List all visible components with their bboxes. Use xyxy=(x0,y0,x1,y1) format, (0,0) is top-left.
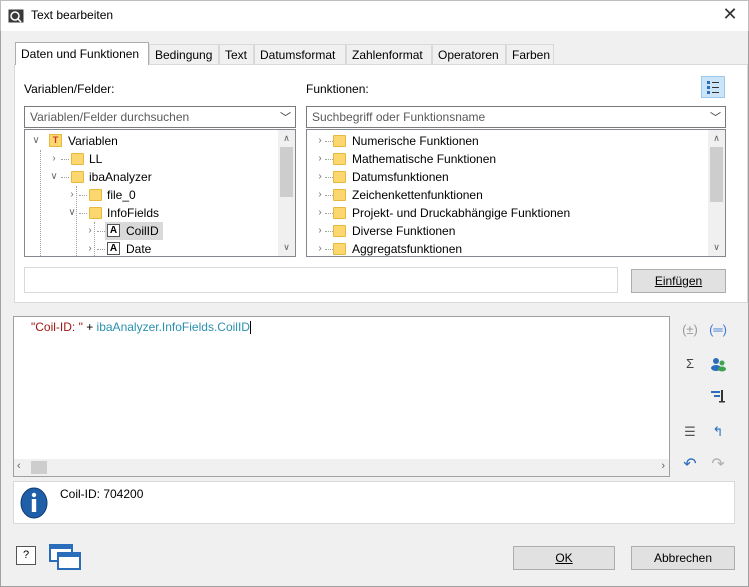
scroll-right-icon[interactable]: › xyxy=(661,460,665,472)
variables-search-input[interactable]: Variablen/Felder durchsuchen ﹀ xyxy=(24,106,296,128)
list-view-toggle-icon[interactable] xyxy=(701,76,725,98)
tree-item-diverse-funktionen[interactable]: › Diverse Funktionen xyxy=(311,222,706,240)
scroll-thumb[interactable] xyxy=(280,147,293,197)
users-icon[interactable] xyxy=(708,354,728,374)
formula-editor[interactable]: "Coil-ID: " + ibaAnalyzer.InfoFields.Coi… xyxy=(13,316,670,477)
folder-icon xyxy=(71,171,84,183)
help-icon[interactable]: ? xyxy=(16,546,36,565)
functions-scrollbar[interactable]: ∧ ∨ xyxy=(708,130,725,256)
wrap-text-icon[interactable]: ↰ xyxy=(708,422,728,442)
tree-item-datumsfunktionen[interactable]: › Datumsfunktionen xyxy=(311,168,706,186)
undo-icon[interactable]: ↶ xyxy=(680,455,700,475)
folder-icon xyxy=(89,207,102,219)
folder-icon xyxy=(333,153,346,165)
tab-text[interactable]: Text xyxy=(219,44,254,64)
redo-icon[interactable]: ↷ xyxy=(708,455,728,475)
chevron-down-icon[interactable]: ﹀ xyxy=(710,109,721,125)
tree-item-zeichenkettenfunktionen[interactable]: › Zeichenkettenfunktionen xyxy=(311,186,706,204)
scroll-thumb[interactable] xyxy=(31,461,47,474)
tree-item-numerische-funktionen[interactable]: › Numerische Funktionen xyxy=(311,132,706,150)
info-icon xyxy=(20,487,48,519)
folder-icon xyxy=(333,207,346,219)
scroll-up-icon[interactable]: ∧ xyxy=(278,130,295,147)
tab-farben[interactable]: Farben xyxy=(506,44,554,64)
window-title: Text bearbeiten xyxy=(31,8,114,22)
functions-tree[interactable]: › Numerische Funktionen › Mathematische … xyxy=(306,129,726,257)
scroll-down-icon[interactable]: ∨ xyxy=(708,239,725,256)
variables-scrollbar[interactable]: ∧ ∨ xyxy=(278,130,295,256)
chevron-right-icon[interactable]: › xyxy=(85,222,95,240)
tab-datumsformat[interactable]: Datumsformat xyxy=(254,44,346,64)
scroll-left-icon[interactable]: ‹ xyxy=(17,460,21,472)
text-field-icon: A xyxy=(107,224,120,237)
chevron-down-icon[interactable]: ∨ xyxy=(67,204,77,222)
tree-item-infofields[interactable]: ∨ InfoFields xyxy=(29,204,279,222)
tree-item-ll[interactable]: › LL xyxy=(29,150,279,168)
formula-text: "Coil-ID: " + ibaAnalyzer.InfoFields.Coi… xyxy=(31,320,251,335)
chevron-down-icon[interactable]: ﹀ xyxy=(280,109,291,125)
text-cursor xyxy=(249,321,251,335)
tree-item-variablen[interactable]: ∨ T Variablen xyxy=(29,132,279,150)
functions-search-input[interactable]: Suchbegriff oder Funktionsname ﹀ xyxy=(306,106,726,128)
folder-icon xyxy=(333,135,346,147)
insert-field-icon[interactable] xyxy=(708,386,728,406)
tree-item-date[interactable]: › A Date xyxy=(29,240,279,256)
operator: + xyxy=(82,320,97,334)
variables-search-placeholder: Variablen/Felder durchsuchen xyxy=(30,110,190,124)
variables-icon: T xyxy=(49,134,62,147)
tab-bedingung[interactable]: Bedingung xyxy=(149,44,219,64)
chevron-right-icon[interactable]: › xyxy=(315,132,325,150)
tab-operatoren[interactable]: Operatoren xyxy=(432,44,506,64)
folder-icon xyxy=(71,153,84,165)
chevron-right-icon[interactable]: › xyxy=(85,240,95,256)
scroll-up-icon[interactable]: ∧ xyxy=(708,130,725,147)
chevron-down-icon[interactable]: ∨ xyxy=(49,168,59,186)
insert-description-field[interactable] xyxy=(24,267,618,293)
tree-item-ibaanalyzer[interactable]: ∨ ibaAnalyzer xyxy=(29,168,279,186)
chevron-right-icon[interactable]: › xyxy=(315,222,325,240)
brackets-icon[interactable]: (═) xyxy=(708,320,728,340)
folder-icon xyxy=(333,243,346,255)
scroll-thumb[interactable] xyxy=(710,147,723,202)
tree-item-aggregatsfunktionen[interactable]: › Aggregatsfunktionen xyxy=(311,240,706,256)
variables-label: Variablen/Felder: xyxy=(24,82,115,96)
folder-icon xyxy=(333,171,346,183)
folder-icon xyxy=(333,225,346,237)
insert-button[interactable]: Einfügen xyxy=(631,269,726,293)
close-icon[interactable]: ✕ xyxy=(715,3,745,27)
functions-label: Funktionen: xyxy=(306,82,369,96)
format-text-icon[interactable]: ☰ xyxy=(680,422,700,442)
ok-button[interactable]: OK xyxy=(513,546,615,570)
functions-search-placeholder: Suchbegriff oder Funktionsname xyxy=(312,110,486,124)
chevron-right-icon[interactable]: › xyxy=(49,150,59,168)
chevron-right-icon[interactable]: › xyxy=(315,168,325,186)
text-field-icon: A xyxy=(107,242,120,255)
chevron-down-icon[interactable]: ∨ xyxy=(31,132,41,150)
scroll-down-icon[interactable]: ∨ xyxy=(278,239,295,256)
tab-zahlenformat[interactable]: Zahlenformat xyxy=(346,44,432,64)
windows-icon[interactable] xyxy=(48,543,82,571)
field-reference: ibaAnalyzer.InfoFields.CoilID xyxy=(96,320,250,334)
sum-icon[interactable]: Σ xyxy=(680,354,700,374)
tab-daten-und-funktionen[interactable]: Daten und Funktionen xyxy=(15,42,149,65)
editor-hscrollbar[interactable]: ‹ › xyxy=(14,459,669,476)
tree-item-projekt-funktionen[interactable]: › Projekt- und Druckabhängige Funktionen xyxy=(311,204,706,222)
result-panel: Coil-ID: 704200 xyxy=(13,481,735,524)
chevron-right-icon[interactable]: › xyxy=(315,150,325,168)
app-icon xyxy=(8,9,24,23)
tree-item-coilid[interactable]: › A CoilID xyxy=(29,222,279,240)
chevron-right-icon[interactable]: › xyxy=(315,204,325,222)
variables-tree[interactable]: ∨ T Variablen › LL ∨ ibaAnalyzer › file_… xyxy=(24,129,296,257)
string-literal: "Coil-ID: " xyxy=(31,320,83,334)
folder-icon xyxy=(333,189,346,201)
parentheses-icon[interactable]: (±) xyxy=(680,320,700,340)
tree-item-mathematische-funktionen[interactable]: › Mathematische Funktionen xyxy=(311,150,706,168)
chevron-right-icon[interactable]: › xyxy=(67,186,77,204)
tree-item-file-0[interactable]: › file_0 xyxy=(29,186,279,204)
result-text: Coil-ID: 704200 xyxy=(60,487,144,501)
chevron-right-icon[interactable]: › xyxy=(315,240,325,256)
cancel-button[interactable]: Abbrechen xyxy=(631,546,735,570)
chevron-right-icon[interactable]: › xyxy=(315,186,325,204)
folder-icon xyxy=(89,189,102,201)
